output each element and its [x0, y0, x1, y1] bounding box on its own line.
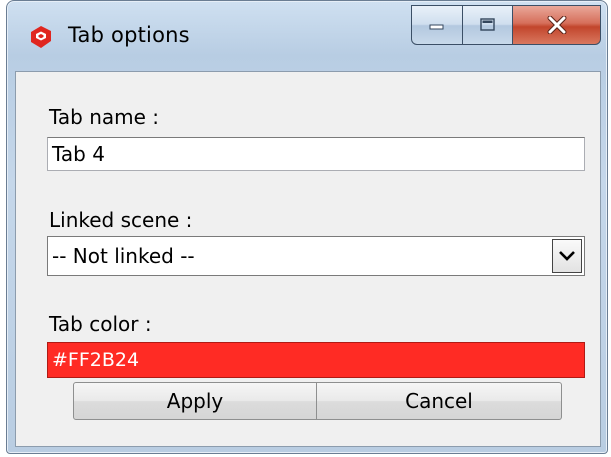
- close-button[interactable]: [513, 5, 601, 45]
- tab-name-value: Tab 4: [52, 142, 105, 166]
- cancel-button[interactable]: Cancel: [317, 382, 562, 420]
- minimize-icon: [429, 24, 444, 30]
- linked-scene-label: Linked scene :: [49, 208, 193, 232]
- window-title: Tab options: [68, 23, 190, 47]
- close-icon: [547, 16, 566, 34]
- sketchup-logo-icon: [31, 26, 51, 48]
- linked-scene-value: -- Not linked --: [52, 244, 195, 268]
- tab-name-input[interactable]: Tab 4: [47, 137, 585, 171]
- tab-color-value: #FF2B24: [52, 349, 140, 371]
- maximize-button[interactable]: [463, 5, 513, 45]
- tab-color-field[interactable]: #FF2B24: [47, 342, 585, 378]
- tab-color-label: Tab color :: [49, 312, 152, 336]
- tab-name-label: Tab name :: [49, 105, 160, 129]
- dropdown-button[interactable]: [552, 239, 582, 273]
- maximize-icon: [479, 18, 495, 31]
- linked-scene-select[interactable]: -- Not linked --: [47, 236, 585, 276]
- dialog-content: Tab name : Tab 4 Linked scene : -- Not l…: [15, 71, 601, 447]
- apply-button[interactable]: Apply: [73, 382, 317, 420]
- chevron-down-icon: [559, 251, 575, 261]
- window-controls: [411, 5, 601, 47]
- tab-options-dialog: Tab options Tab name : Tab 4 Linked scen…: [6, 0, 608, 454]
- minimize-button[interactable]: [411, 5, 463, 45]
- title-bar[interactable]: Tab options: [7, 1, 607, 69]
